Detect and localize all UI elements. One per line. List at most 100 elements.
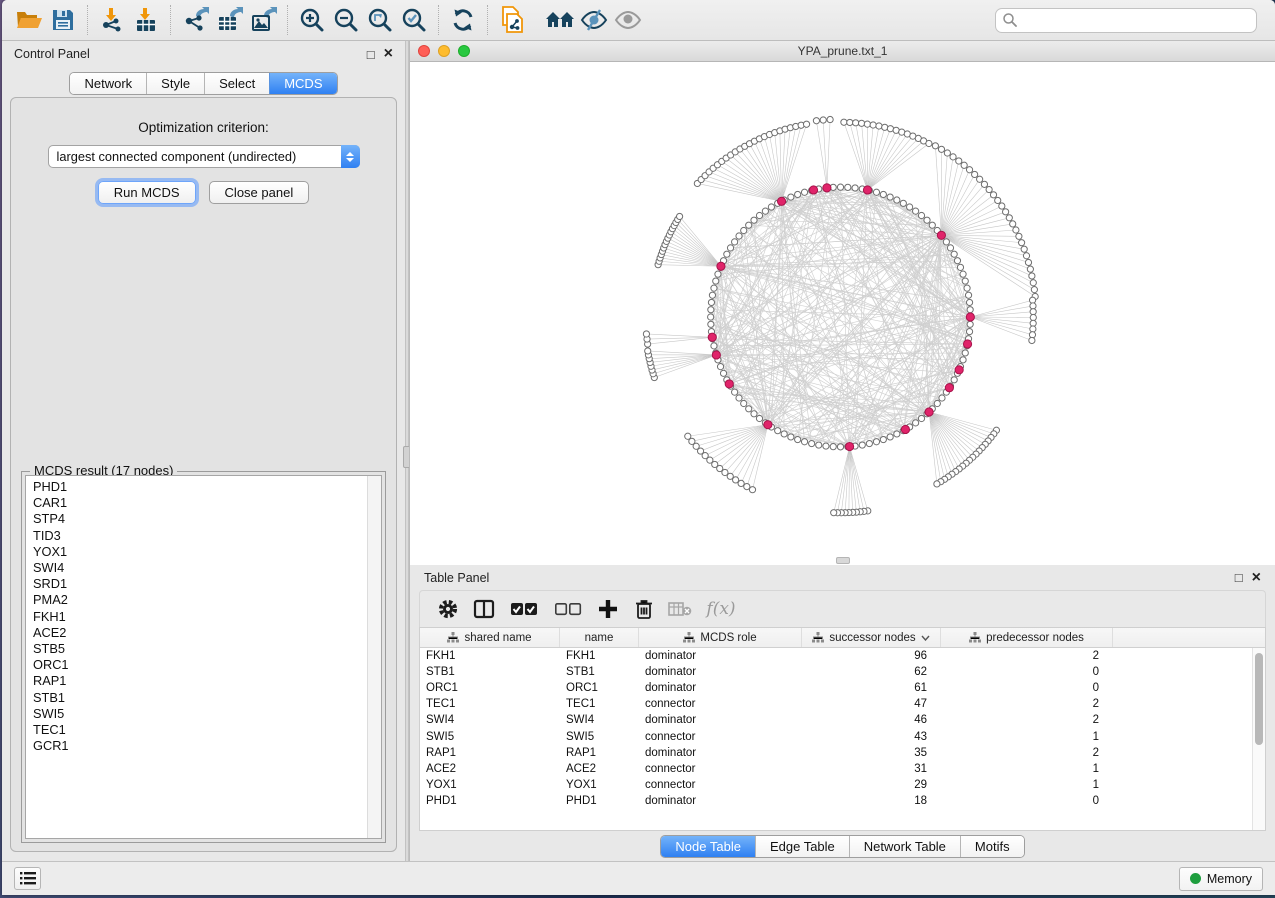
import-network-button[interactable]	[95, 4, 129, 36]
zoom-fit-button[interactable]	[363, 4, 397, 36]
column-split-icon	[473, 599, 495, 619]
network-graph[interactable]	[410, 62, 1275, 565]
column-header-mcds-role[interactable]: MCDS role	[639, 628, 802, 647]
list-item[interactable]: FKH1	[33, 609, 381, 625]
close-table-panel-icon[interactable]: ×	[1252, 570, 1261, 586]
tab-edge-table[interactable]: Edge Table	[755, 836, 849, 857]
tab-mcds[interactable]: MCDS	[269, 73, 336, 94]
list-item[interactable]: GCR1	[33, 738, 381, 754]
column-header-name[interactable]: name	[560, 628, 639, 647]
zoom-out-button[interactable]	[329, 4, 363, 36]
table-row[interactable]: SWI5SWI5connector 431	[420, 728, 1252, 744]
toolbar-separator	[287, 5, 288, 35]
tab-network[interactable]: Network	[70, 73, 146, 94]
list-item[interactable]: ORC1	[33, 657, 381, 673]
hide-selected-button[interactable]	[577, 4, 611, 36]
list-item[interactable]: STB5	[33, 641, 381, 657]
list-item[interactable]: ACE2	[33, 625, 381, 641]
mcds-result-list[interactable]: PHD1CAR1STP4TID3YOX1SWI4SRD1PMA2FKH1ACE2…	[25, 475, 382, 839]
zoom-in-button[interactable]	[295, 4, 329, 36]
table-options-button[interactable]	[432, 595, 464, 623]
list-item[interactable]: TID3	[33, 528, 381, 544]
open-file-button[interactable]	[12, 4, 46, 36]
table-row[interactable]: FKH1FKH1dominator 962	[420, 648, 1252, 664]
control-panel-tabs: Network Style Select MCDS	[2, 72, 405, 95]
table-row[interactable]: PHD1PHD1dominator 180	[420, 793, 1252, 809]
export-network-button[interactable]	[178, 4, 212, 36]
unselect-all-columns-button[interactable]	[548, 595, 588, 623]
list-item[interactable]: YOX1	[33, 544, 381, 560]
scrollbar-thumb[interactable]	[1255, 653, 1263, 745]
export-image-button[interactable]	[246, 4, 280, 36]
delete-columns-button[interactable]	[628, 595, 660, 623]
list-item[interactable]: CAR1	[33, 495, 381, 511]
tab-node-table[interactable]: Node Table	[661, 836, 755, 857]
list-item[interactable]: TEC1	[33, 722, 381, 738]
column-header-shared-name[interactable]: shared name	[420, 628, 560, 647]
node-table: shared name name MCDS role successor nod…	[419, 627, 1266, 831]
column-label: shared name	[464, 632, 531, 644]
list-item[interactable]: RAP1	[33, 673, 381, 689]
horizontal-splitter-handle[interactable]	[836, 557, 850, 564]
zoom-selected-button[interactable]	[397, 4, 431, 36]
select-all-columns-button[interactable]	[504, 595, 544, 623]
export-table-button[interactable]	[212, 4, 246, 36]
table-panel: Table Panel □ ×	[409, 565, 1275, 861]
list-item[interactable]: PMA2	[33, 592, 381, 608]
search-field[interactable]	[995, 8, 1257, 33]
tab-select[interactable]: Select	[204, 73, 269, 94]
import-table-button[interactable]	[129, 4, 163, 36]
table-header-row: shared name name MCDS role successor nod…	[420, 628, 1265, 648]
float-table-panel-icon[interactable]: □	[1235, 571, 1243, 584]
open-folder-icon	[16, 8, 43, 32]
column-header-successor-nodes[interactable]: successor nodes	[802, 628, 941, 647]
table-row[interactable]: STB1STB1dominator 620	[420, 664, 1252, 680]
table-row[interactable]: YOX1YOX1connector 291	[420, 777, 1252, 793]
memory-button[interactable]: Memory	[1179, 867, 1263, 891]
tab-motifs[interactable]: Motifs	[960, 836, 1024, 857]
save-session-button[interactable]	[46, 4, 80, 36]
maximize-window-icon[interactable]	[458, 45, 470, 57]
delete-table-button[interactable]	[664, 595, 696, 623]
window-controls	[418, 45, 470, 57]
network-title: YPA_prune.txt_1	[410, 44, 1275, 58]
tab-style[interactable]: Style	[146, 73, 204, 94]
minimize-window-icon[interactable]	[438, 45, 450, 57]
optimization-criterion-select[interactable]: largest connected component (undirected)	[48, 145, 360, 168]
checked-boxes-icon	[510, 602, 538, 616]
table-row[interactable]: RAP1RAP1dominator 352	[420, 745, 1252, 761]
column-header-predecessor-nodes[interactable]: predecessor nodes	[941, 628, 1113, 647]
close-window-icon[interactable]	[418, 45, 430, 57]
list-item[interactable]: PHD1	[33, 479, 381, 495]
list-item[interactable]: SWI4	[33, 560, 381, 576]
eye-icon	[614, 8, 642, 32]
table-row[interactable]: ORC1ORC1dominator 610	[420, 680, 1252, 696]
close-panel-button[interactable]: Close panel	[209, 181, 310, 204]
list-item[interactable]: STP4	[33, 511, 381, 527]
list-item[interactable]: STB1	[33, 690, 381, 706]
close-panel-icon[interactable]: ×	[384, 46, 393, 62]
table-scrollbar[interactable]	[1252, 648, 1265, 830]
toolbar-separator	[487, 5, 488, 35]
search-input[interactable]	[1022, 13, 1250, 27]
create-column-button[interactable]	[592, 595, 624, 623]
mcds-tab-panel: Optimization criterion: largest connecte…	[10, 97, 397, 852]
first-neighbors-button[interactable]	[543, 4, 577, 36]
function-builder-button[interactable]: f(x)	[700, 595, 742, 623]
eye-slash-icon	[580, 8, 608, 32]
show-column-button[interactable]	[468, 595, 500, 623]
task-history-button[interactable]	[14, 867, 41, 890]
network-canvas[interactable]	[410, 62, 1275, 565]
apply-layout-button[interactable]	[446, 4, 480, 36]
table-row[interactable]: ACE2ACE2connector 311	[420, 761, 1252, 777]
tab-network-table[interactable]: Network Table	[849, 836, 960, 857]
table-tabs: Node Table Edge Table Network Table Moti…	[410, 831, 1275, 861]
run-mcds-button[interactable]: Run MCDS	[98, 181, 196, 204]
list-item[interactable]: SWI5	[33, 706, 381, 722]
table-row[interactable]: TEC1TEC1connector 472	[420, 696, 1252, 712]
list-item[interactable]: SRD1	[33, 576, 381, 592]
float-panel-icon[interactable]: □	[367, 48, 375, 61]
table-row[interactable]: SWI4SWI4dominator 462	[420, 712, 1252, 728]
new-network-from-selection-button[interactable]	[495, 4, 529, 36]
show-all-button[interactable]	[611, 4, 645, 36]
